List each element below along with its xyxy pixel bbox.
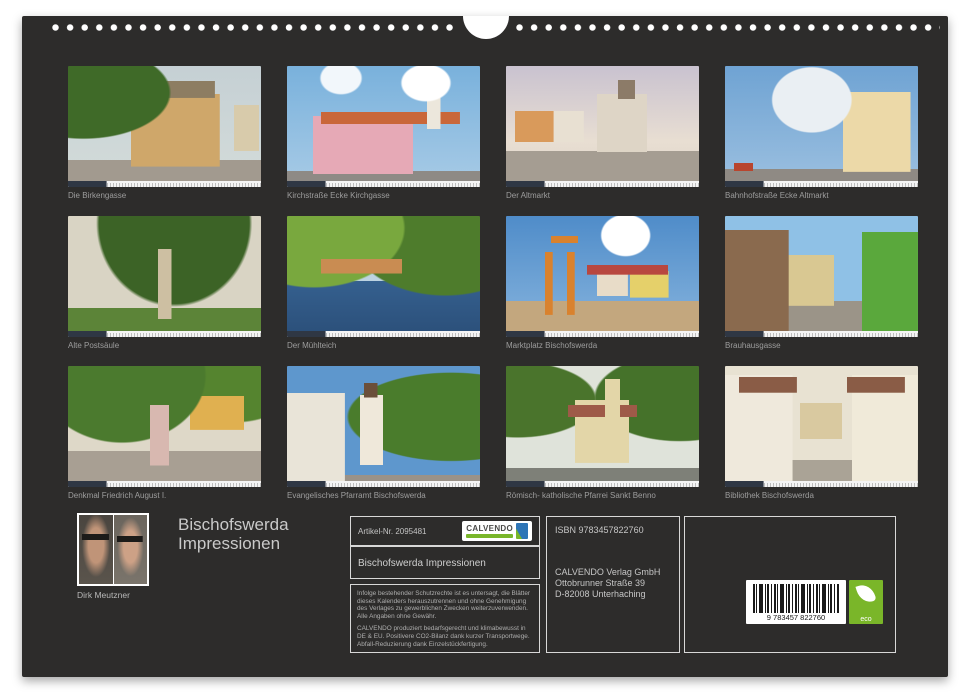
thumbnail-june: Der Mühlteich — [287, 216, 480, 351]
photo-caption: Marktplatz Bischofswerda — [506, 341, 699, 351]
thumbnail-october: Evangelisches Pfarramt Bischofswerda — [287, 366, 480, 501]
thumbnail-january: Die Birkengasse — [68, 66, 261, 201]
mini-calendar-strip — [725, 481, 918, 487]
photo-caption: Römisch- katholische Pfarrei Sankt Benno — [506, 491, 699, 501]
calendar-title-line1: Bischofswerda — [178, 515, 289, 534]
calendar-title-line2: Impressionen — [178, 534, 289, 553]
month-photo — [506, 366, 699, 487]
article-number: Artikel-Nr. 2095481 — [358, 527, 426, 536]
thumbnail-may: Alte Postsäule — [68, 216, 261, 351]
calvendo-logo-tagline-bar — [466, 534, 513, 538]
barcode-number: 9 783457 822760 — [746, 613, 846, 623]
thumbnail-november: Römisch- katholische Pfarrei Sankt Benno — [506, 366, 699, 501]
eco-label: eco — [849, 616, 883, 623]
calvendo-logo-text: CALVENDO — [466, 525, 513, 533]
barcode-row: 9 783457 822760 eco — [746, 580, 883, 624]
product-title-box: Bischofswerda Impressionen — [350, 546, 540, 579]
mini-calendar-strip — [725, 331, 918, 337]
thumbnail-july: Marktplatz Bischofswerda — [506, 216, 699, 351]
calendar-title: Bischofswerda Impressionen — [178, 515, 289, 553]
legal-paragraph-2: CALVENDO produziert bedarfsgerecht und k… — [357, 625, 533, 648]
author-portrait-right — [114, 515, 148, 584]
eco-leaf-icon — [855, 582, 876, 605]
legal-paragraph-1: Infolge bestehender Schutzrechte ist es … — [357, 590, 533, 620]
binding-holes-left — [52, 24, 460, 31]
photo-caption: Evangelisches Pfarramt Bischofswerda — [287, 491, 480, 501]
legal-box: Infolge bestehender Schutzrechte ist es … — [350, 584, 540, 653]
author-photo — [77, 513, 149, 586]
photo-caption: Die Birkengasse — [68, 191, 261, 201]
month-photo — [68, 66, 261, 187]
photo-caption: Bibliothek Bischofswerda — [725, 491, 918, 501]
mini-calendar-strip — [506, 481, 699, 487]
calendar-back-sheet: Die Birkengasse Kirchstraße Ecke Kirchga… — [22, 16, 948, 677]
month-photo — [725, 66, 918, 187]
author-name: Dirk Meutzner — [77, 590, 130, 600]
month-photo — [68, 216, 261, 337]
mini-calendar-strip — [68, 331, 261, 337]
mini-calendar-strip — [287, 181, 480, 187]
mini-calendar-strip — [68, 181, 261, 187]
thumbnail-grid: Die Birkengasse Kirchstraße Ecke Kirchga… — [68, 66, 918, 501]
mini-calendar-strip — [506, 331, 699, 337]
month-photo — [68, 366, 261, 487]
publisher-address: CALVENDO Verlag GmbH Ottobrunner Straße … — [555, 567, 671, 600]
thumbnail-march: Der Altmarkt — [506, 66, 699, 201]
mini-calendar-strip — [287, 331, 480, 337]
publisher-street: Ottobrunner Straße 39 — [555, 578, 671, 589]
thumbnail-february: Kirchstraße Ecke Kirchgasse — [287, 66, 480, 201]
calvendo-logo-wordmark: CALVENDO — [466, 525, 513, 538]
isbn-text: ISBN 9783457822760 — [555, 525, 671, 535]
photo-caption: Kirchstraße Ecke Kirchgasse — [287, 191, 480, 201]
publisher-city: D-82008 Unterhaching — [555, 589, 671, 600]
barcode-bars — [753, 584, 839, 613]
mini-calendar-strip — [68, 481, 261, 487]
barcode-panel: 9 783457 822760 eco — [684, 516, 896, 653]
month-photo — [725, 216, 918, 337]
mini-calendar-strip — [506, 181, 699, 187]
thumbnail-april: Bahnhofstraße Ecke Altmarkt — [725, 66, 918, 201]
photo-caption: Brauhausgasse — [725, 341, 918, 351]
eco-badge: eco — [849, 580, 883, 624]
month-photo — [506, 216, 699, 337]
article-info-box: Artikel-Nr. 2095481 CALVENDO — [350, 516, 540, 546]
calendar-back-cover: Die Birkengasse Kirchstraße Ecke Kirchga… — [0, 0, 971, 700]
month-photo — [725, 366, 918, 487]
photo-caption: Der Altmarkt — [506, 191, 699, 201]
calvendo-page-icon — [516, 523, 528, 539]
hanger-notch — [463, 16, 509, 39]
month-photo — [287, 66, 480, 187]
author-portrait-left — [79, 515, 114, 584]
publisher-name: CALVENDO Verlag GmbH — [555, 567, 671, 578]
mini-calendar-strip — [725, 181, 918, 187]
product-title: Bischofswerda Impressionen — [358, 558, 486, 569]
photo-caption: Bahnhofstraße Ecke Altmarkt — [725, 191, 918, 201]
photo-caption: Alte Postsäule — [68, 341, 261, 351]
barcode-box: 9 783457 822760 — [746, 580, 846, 624]
photo-caption: Denkmal Friedrich August I. — [68, 491, 261, 501]
month-photo — [287, 366, 480, 487]
binding-holes-right — [516, 24, 940, 31]
mini-calendar-strip — [287, 481, 480, 487]
month-photo — [506, 66, 699, 187]
photo-caption: Der Mühlteich — [287, 341, 480, 351]
publisher-box: ISBN 9783457822760 CALVENDO Verlag GmbH … — [546, 516, 680, 653]
month-photo — [287, 216, 480, 337]
thumbnail-september: Denkmal Friedrich August I. — [68, 366, 261, 501]
calvendo-logo: CALVENDO — [462, 521, 532, 541]
thumbnail-december: Bibliothek Bischofswerda — [725, 366, 918, 501]
thumbnail-august: Brauhausgasse — [725, 216, 918, 351]
